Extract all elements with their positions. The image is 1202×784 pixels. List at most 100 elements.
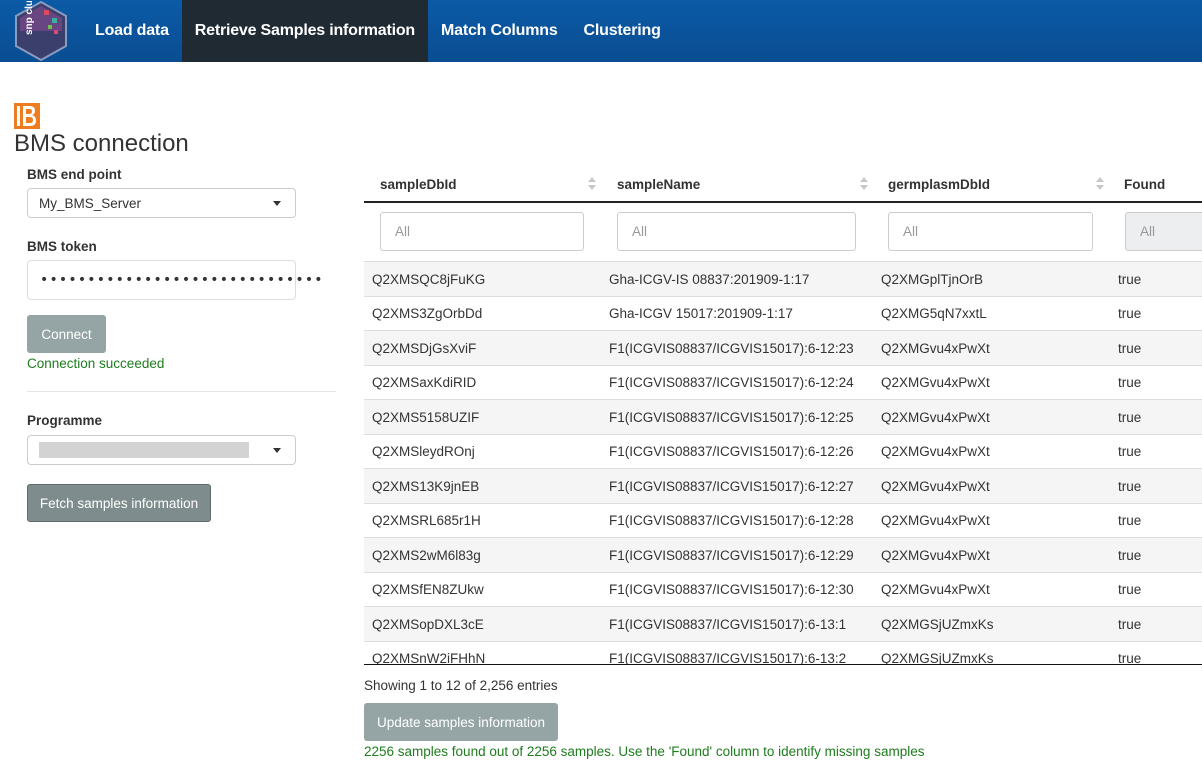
cell-found: true: [1118, 306, 1142, 321]
cell-germplasmdbid: Q2XMGvu4xPwXt: [881, 513, 990, 528]
cell-samplename: Gha-ICGV 15017:201909-1:17: [609, 306, 793, 321]
table-row[interactable]: Q2XMSfEN8ZUkw F1(ICGVIS08837/ICGVIS15017)…: [364, 571, 1202, 607]
endpoint-select[interactable]: My_BMS_Server: [27, 188, 296, 218]
endpoint-label: BMS end point: [27, 167, 122, 182]
page-title: BMS connection: [14, 130, 189, 157]
cell-sampledbid: Q2XMSleydROnj: [372, 444, 475, 459]
fetch-samples-button[interactable]: Fetch samples information: [27, 484, 211, 522]
cell-samplename: F1(ICGVIS08837/ICGVIS15017):6-13:2: [609, 651, 847, 665]
column-header-germplasmdbid[interactable]: germplasmDbId: [888, 165, 990, 203]
cell-sampledbid: Q2XMSQC8jFuKG: [372, 271, 486, 287]
update-samples-button[interactable]: Update samples information: [364, 703, 558, 741]
cell-germplasmdbid: Q2XMGvu4xPwXt: [881, 409, 990, 425]
cell-sampledbid: Q2XMS2wM6l83g: [372, 547, 481, 563]
table-row[interactable]: Q2XMSQC8jFuKG Gha-ICGV-IS 08837:201909-1:…: [364, 261, 1202, 296]
cell-found: true: [1118, 375, 1142, 390]
table-row[interactable]: Q2XMSnW2iFHhN F1(ICGVIS08837/ICGVIS15017)…: [364, 640, 1202, 665]
cell-found: true: [1118, 616, 1142, 632]
cell-samplename: F1(ICGVIS08837/ICGVIS15017):6-12:25: [609, 409, 854, 425]
cell-sampledbid: Q2XMSaxKdiRID: [372, 375, 477, 390]
cell-germplasmdbid: Q2XMGvu4xPwXt: [881, 444, 990, 459]
cell-samplename: F1(ICGVIS08837/ICGVIS15017):6-12:28: [609, 513, 854, 528]
chevron-down-icon: [273, 201, 281, 206]
table-row[interactable]: Q2XMSaxKdiRID F1(ICGVIS08837/ICGVIS15017)…: [364, 364, 1202, 400]
connect-button[interactable]: Connect: [27, 315, 106, 353]
cell-germplasmdbid: Q2XMGvu4xPwXt: [881, 547, 990, 563]
cell-samplename: F1(ICGVIS08837/ICGVIS15017):6-12:23: [609, 340, 854, 356]
cell-germplasmdbid: Q2XMG5qN7xxtL: [881, 306, 987, 321]
nav-retrieve-samples[interactable]: Retrieve Samples information: [181, 0, 429, 62]
cell-germplasmdbid: Q2XMGplTjnOrB: [881, 271, 984, 287]
cell-sampledbid: Q2XMSRL685r1H: [372, 513, 481, 528]
column-header-found[interactable]: Found: [1124, 165, 1165, 203]
cell-found: true: [1118, 271, 1142, 287]
cell-germplasmdbid: Q2XMGvu4xPwXt: [881, 340, 990, 356]
cell-found: true: [1118, 478, 1142, 494]
cell-germplasmdbid: Q2XMGvu4xPwXt: [881, 478, 990, 494]
form-divider: [27, 391, 336, 392]
filter-row: All All All All: [364, 205, 1202, 261]
cell-sampledbid: Q2XMSfEN8ZUkw: [372, 582, 484, 597]
cell-samplename: F1(ICGVIS08837/ICGVIS15017):6-12:29: [609, 547, 854, 563]
entries-info: Showing 1 to 12 of 2,256 entries: [364, 678, 558, 693]
filter-found-input: All: [1125, 212, 1202, 251]
cell-samplename: F1(ICGVIS08837/ICGVIS15017):6-13:1: [609, 616, 847, 632]
table-row[interactable]: Q2XMS5158UZIF F1(ICGVIS08837/ICGVIS15017)…: [364, 399, 1202, 434]
table-row[interactable]: Q2XMS3ZgOrbDd Gha-ICGV 15017:201909-1:17 Q…: [364, 295, 1202, 331]
cell-sampledbid: Q2XMSDjGsXviF: [372, 340, 477, 356]
endpoint-value: My_BMS_Server: [39, 195, 142, 211]
cell-found: true: [1118, 547, 1142, 563]
cell-germplasmdbid: Q2XMGvu4xPwXt: [881, 375, 990, 390]
cell-sampledbid: Q2XMSnW2iFHhN: [372, 651, 486, 665]
nav-match-columns[interactable]: Match Columns: [428, 0, 571, 62]
cell-samplename: F1(ICGVIS08837/ICGVIS15017):6-12:24: [609, 375, 854, 390]
cell-found: true: [1118, 651, 1142, 665]
logo-snp-text: snp clust: [24, 1, 35, 35]
table-header: sampleDbId sampleName germplasmDbId Foun…: [364, 165, 1202, 203]
cell-samplename: F1(ICGVIS08837/ICGVIS15017):6-12:30: [609, 582, 854, 597]
token-input[interactable]: ••••••••••••••••••••••••••••••: [27, 260, 323, 300]
cell-germplasmdbid: Q2XMGSjUZmxKs: [881, 651, 994, 665]
programme-label: Programme: [27, 413, 103, 428]
column-header-samplename[interactable]: sampleName: [617, 165, 700, 203]
cell-found: true: [1118, 582, 1142, 597]
cell-samplename: F1(ICGVIS08837/ICGVIS15017):6-12:26: [609, 444, 854, 459]
nav-load-data[interactable]: Load data: [82, 0, 182, 62]
table-row[interactable]: Q2XMS2wM6l83g F1(ICGVIS08837/ICGVIS15017)…: [364, 537, 1202, 572]
cell-sampledbid: Q2XMSopDXL3cE: [372, 616, 484, 632]
cell-found: true: [1118, 340, 1142, 356]
cell-samplename: F1(ICGVIS08837/ICGVIS15017):6-12:27: [609, 478, 854, 494]
navbar: snp clust Load data Retrieve Samples inf…: [0, 0, 1202, 62]
chevron-down-icon: [273, 448, 281, 453]
brapi-b-logo-icon: [14, 103, 40, 129]
programme-value-redacted: [39, 442, 249, 458]
cell-sampledbid: Q2XMS13K9jnEB: [372, 478, 480, 494]
cell-found: true: [1118, 513, 1142, 528]
programme-select[interactable]: [27, 435, 296, 465]
samples-table: sampleDbId sampleName germplasmDbId Foun…: [364, 165, 1202, 665]
cell-germplasmdbid: Q2XMGvu4xPwXt: [881, 582, 990, 597]
cell-found: true: [1118, 444, 1142, 459]
sort-icon[interactable]: [588, 177, 596, 191]
token-label: BMS token: [27, 239, 97, 254]
sort-icon[interactable]: [1096, 177, 1104, 191]
table-row[interactable]: Q2XMSleydROnj F1(ICGVIS08837/ICGVIS15017)…: [364, 433, 1202, 469]
filter-germplasmdbid-input[interactable]: All: [888, 212, 1093, 251]
cell-sampledbid: Q2XMS3ZgOrbDd: [372, 306, 483, 321]
filter-samplename-input[interactable]: All: [617, 212, 856, 251]
app-logo[interactable]: snp clust: [0, 0, 82, 62]
column-header-sampledbid[interactable]: sampleDbId: [380, 165, 457, 203]
cell-samplename: Gha-ICGV-IS 08837:201909-1:17: [609, 271, 810, 287]
table-row[interactable]: Q2XMSopDXL3cE F1(ICGVIS08837/ICGVIS15017)…: [364, 606, 1202, 641]
filter-sampledbid-input[interactable]: All: [380, 212, 584, 251]
cell-sampledbid: Q2XMS5158UZIF: [372, 409, 480, 425]
cell-found: true: [1118, 409, 1142, 425]
sort-icon[interactable]: [860, 177, 868, 191]
table-row[interactable]: Q2XMSDjGsXviF F1(ICGVIS08837/ICGVIS15017)…: [364, 330, 1202, 365]
cell-germplasmdbid: Q2XMGSjUZmxKs: [881, 616, 994, 632]
snpclust-hex-logo-icon: snp clust: [15, 1, 67, 61]
table-row[interactable]: Q2XMSRL685r1H F1(ICGVIS08837/ICGVIS15017)…: [364, 502, 1202, 538]
connection-status: Connection succeeded: [27, 356, 165, 371]
nav-clustering[interactable]: Clustering: [571, 0, 674, 62]
table-row[interactable]: Q2XMS13K9jnEB F1(ICGVIS08837/ICGVIS15017)…: [364, 468, 1202, 503]
